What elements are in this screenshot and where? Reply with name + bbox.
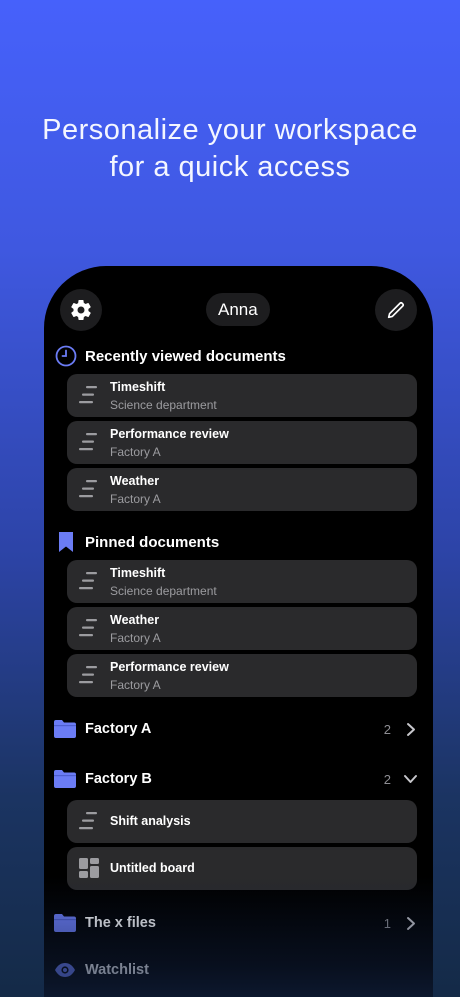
folder-icon xyxy=(54,914,76,932)
folder-name: Factory B xyxy=(85,771,152,787)
promo-headline: Personalize your workspace for a quick a… xyxy=(0,112,460,186)
document-icon xyxy=(79,386,97,404)
doc-title: Weather xyxy=(110,474,160,488)
settings-button[interactable] xyxy=(60,289,102,331)
chevron-right-icon[interactable] xyxy=(406,722,416,737)
doc-title: Shift analysis xyxy=(110,814,191,828)
document-icon xyxy=(79,812,97,830)
folder-row-the-x-files[interactable]: The x files 1 xyxy=(54,912,418,936)
watchlist-label: Watchlist xyxy=(85,962,149,978)
chevron-right-icon[interactable] xyxy=(406,916,416,931)
pinned-section-header: Pinned documents xyxy=(54,530,219,554)
doc-title: Timeshift xyxy=(110,566,166,580)
doc-subtitle: Factory A xyxy=(110,492,161,506)
recent-section-title: Recently viewed documents xyxy=(85,347,286,365)
doc-title: Untitled board xyxy=(110,861,195,875)
pencil-icon xyxy=(387,301,405,319)
recent-doc-card[interactable]: Timeshift Science department xyxy=(67,374,417,417)
folder-icon xyxy=(54,720,76,738)
folder-child-card[interactable]: Untitled board xyxy=(67,847,417,890)
document-icon xyxy=(79,619,97,637)
bookmark-icon xyxy=(54,530,78,554)
document-icon xyxy=(79,480,97,498)
pinned-section-title: Pinned documents xyxy=(85,533,220,551)
doc-subtitle: Science department xyxy=(110,584,217,598)
folder-icon xyxy=(54,770,76,788)
pinned-doc-card[interactable]: Weather Factory A xyxy=(67,607,417,650)
pinned-doc-card[interactable]: Performance review Factory A xyxy=(67,654,417,697)
chevron-down-icon[interactable] xyxy=(403,774,418,784)
pinned-doc-card[interactable]: Timeshift Science department xyxy=(67,560,417,603)
folder-name: The x files xyxy=(85,915,156,931)
doc-subtitle: Factory A xyxy=(110,631,161,645)
recent-doc-card[interactable]: Performance review Factory A xyxy=(67,421,417,464)
top-bar: Anna xyxy=(44,266,433,356)
doc-subtitle: Factory A xyxy=(110,678,161,692)
doc-title: Weather xyxy=(110,613,160,627)
headline-line-1: Personalize your workspace xyxy=(42,114,418,146)
watchlist-row[interactable]: Watchlist xyxy=(54,959,418,983)
phone-screen: Anna Recently viewed documents Timeshift… xyxy=(44,266,433,997)
document-icon xyxy=(79,572,97,590)
folder-name: Factory A xyxy=(85,721,152,737)
doc-subtitle: Science department xyxy=(110,398,217,412)
clock-icon xyxy=(54,344,78,368)
folder-count: 2 xyxy=(383,772,391,787)
folder-count: 2 xyxy=(383,722,391,737)
folder-count: 1 xyxy=(383,916,391,931)
doc-title: Performance review xyxy=(110,660,229,674)
headline-line-2: for a quick access xyxy=(109,151,351,183)
board-icon xyxy=(79,858,99,878)
document-icon xyxy=(79,433,97,451)
edit-button[interactable] xyxy=(375,289,417,331)
recent-section-header: Recently viewed documents xyxy=(54,344,286,368)
eye-icon xyxy=(55,963,75,977)
user-name-pill[interactable]: Anna xyxy=(206,293,270,326)
folder-row-factory-b[interactable]: Factory B 2 xyxy=(54,768,418,792)
folder-row-factory-a[interactable]: Factory A 2 xyxy=(54,718,418,742)
gear-icon xyxy=(71,300,91,321)
doc-title: Performance review xyxy=(110,427,229,441)
doc-title: Timeshift xyxy=(110,380,166,394)
recent-doc-card[interactable]: Weather Factory A xyxy=(67,468,417,511)
doc-subtitle: Factory A xyxy=(110,445,161,459)
folder-child-card[interactable]: Shift analysis xyxy=(67,800,417,843)
document-icon xyxy=(79,666,97,684)
